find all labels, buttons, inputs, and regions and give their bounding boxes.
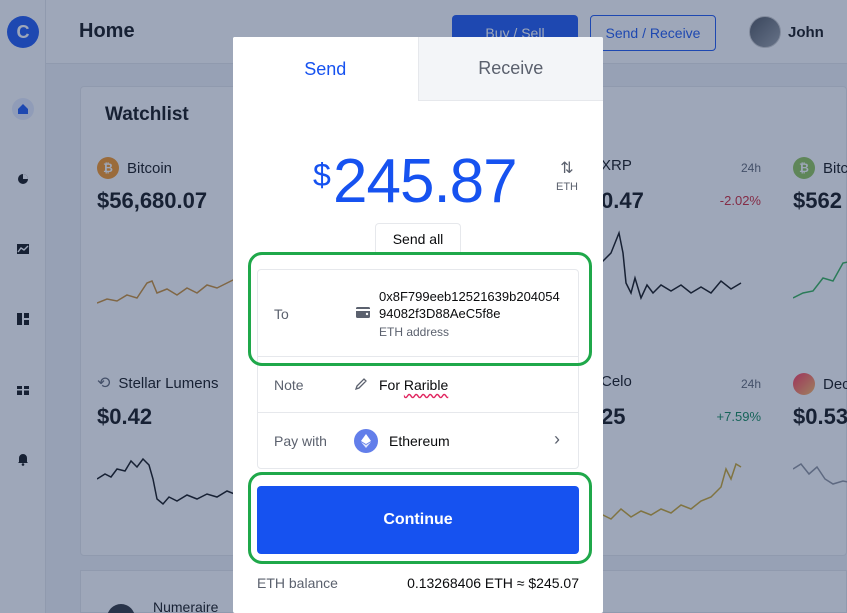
tab-send[interactable]: Send [233, 37, 418, 101]
currency-swap-button[interactable]: ⇅ ETH [555, 160, 579, 194]
address-type-label: ETH address [379, 325, 450, 339]
chevron-right-icon: › [554, 429, 560, 449]
send-form: To 0x8F799eeb12521639b20405494082f3D88Ae… [257, 269, 579, 469]
note-prefix: For [379, 377, 404, 393]
ethereum-icon [354, 429, 378, 453]
balance-label: ETH balance [257, 575, 338, 591]
recipient-address[interactable]: 0x8F799eeb12521639b20405494082f3D88AeC5f… [379, 288, 565, 322]
amount-display[interactable]: $ 245.87 ⇅ ETH [233, 149, 603, 219]
note-value[interactable]: For Rarible [379, 377, 448, 393]
swap-arrows-icon: ⇅ [560, 160, 574, 177]
balance-value: 0.13268406 ETH ≈ $245.07 [407, 575, 579, 591]
send-modal: Send Receive $ 245.87 ⇅ ETH Send all To … [233, 37, 603, 613]
swap-currency-label: ETH [556, 181, 578, 193]
continue-button[interactable]: Continue [257, 486, 579, 554]
send-receive-tabs: Send Receive [233, 37, 603, 101]
note-word: Rarible [403, 377, 449, 393]
note-label: Note [274, 377, 304, 393]
note-field[interactable]: Note For Rarible [258, 357, 578, 413]
pencil-icon [354, 378, 367, 391]
pay-with-field[interactable]: Pay with Ethereum › [258, 413, 578, 469]
to-label: To [274, 306, 289, 322]
tab-receive[interactable]: Receive [417, 37, 603, 101]
wallet-icon [356, 307, 370, 318]
send-all-button[interactable]: Send all [375, 223, 461, 253]
pay-with-value: Ethereum [389, 433, 450, 449]
send-amount[interactable]: 245.87 [333, 149, 518, 215]
to-field[interactable]: To 0x8F799eeb12521639b20405494082f3D88Ae… [258, 270, 578, 357]
pay-with-label: Pay with [274, 433, 327, 449]
currency-symbol: $ [313, 157, 331, 193]
